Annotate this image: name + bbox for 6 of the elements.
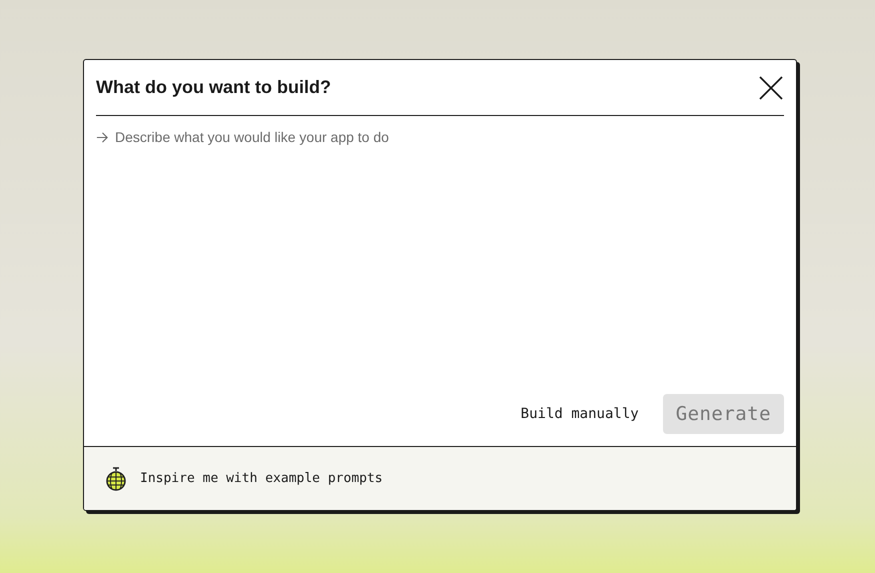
build-manually-button[interactable]: Build manually bbox=[520, 404, 639, 424]
inspire-link[interactable]: Inspire me with example prompts bbox=[140, 468, 383, 488]
close-icon[interactable] bbox=[758, 74, 784, 100]
arrow-right-icon bbox=[96, 131, 109, 144]
dialog-title: What do you want to build? bbox=[96, 76, 331, 99]
disco-ball-icon bbox=[106, 466, 126, 490]
